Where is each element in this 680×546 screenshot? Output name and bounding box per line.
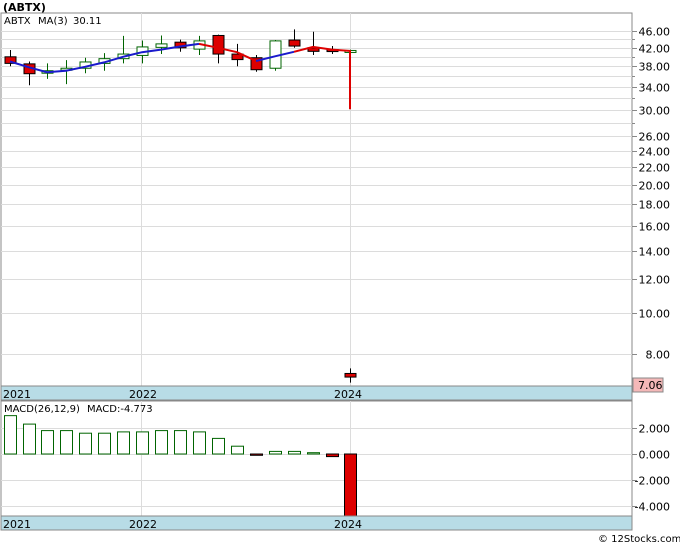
macd-bar	[288, 450, 301, 455]
macd-bar	[250, 453, 263, 456]
macd-panel	[0, 400, 633, 531]
macd-x-label: 2022	[129, 518, 157, 531]
ma-value: 30.11	[73, 16, 102, 27]
candle-body	[288, 39, 301, 47]
macd-bar	[79, 432, 92, 455]
macd-label: MACD(26,12,9)	[4, 404, 80, 415]
macd-x-label: 2024	[334, 518, 362, 531]
price-y-tick-label: 16.00	[639, 221, 671, 234]
price-y-tick-label: 30.00	[639, 105, 671, 118]
macd-bar	[307, 452, 320, 455]
candle-body	[344, 372, 357, 378]
macd-bar	[212, 437, 225, 455]
macd-y-tick-label: -2.000	[635, 475, 670, 488]
macd-bar	[41, 430, 54, 455]
macd-bar	[60, 430, 73, 455]
price-y-axis: 46.00 42.00 38.00 34.00 30.00 26.00 24.00 22.00…	[632, 26, 670, 362]
candle-body	[212, 34, 225, 55]
stock-chart: (ABTX) 46.00 42.00 38.00 34.00 30.00 26.00 24.…	[0, 1, 680, 545]
candle	[250, 54, 263, 72]
price-y-tick-label: 22.00	[639, 162, 671, 175]
price-y-tick-label: 26.00	[639, 131, 671, 144]
last-price-value: 7.06	[638, 379, 663, 392]
price-y-tick-label: 46.00	[639, 26, 671, 39]
macd-y-axis: 2.000 0.000 -2.000 -4.000	[632, 423, 670, 514]
price-y-tick-label: 10.00	[639, 308, 671, 321]
macd-value: MACD:-4.773	[87, 404, 153, 415]
price-y-tick-label: 24.00	[639, 146, 671, 159]
price-y-tick-label: 20.00	[639, 180, 671, 193]
price-y-tick-label: 18.00	[639, 199, 671, 212]
price-x-label: 2022	[129, 388, 157, 401]
macd-bar	[136, 431, 149, 455]
macd-bar	[155, 430, 168, 455]
macd-bar	[98, 432, 111, 455]
macd-bar	[269, 450, 282, 455]
price-x-label: 2021	[3, 388, 31, 401]
watermark: © 12Stocks.com	[598, 534, 680, 545]
macd-x-axis-band	[0, 515, 633, 531]
price-y-tick-label: 8.00	[646, 349, 671, 362]
ma-label: MA(3)	[38, 16, 68, 27]
macd-x-label: 2021	[3, 518, 31, 531]
price-y-tick-label: 38.00	[639, 61, 671, 74]
macd-bar	[326, 453, 339, 458]
price-y-tick-label: 12.00	[639, 274, 671, 287]
macd-bar	[344, 453, 357, 517]
price-x-label: 2024	[334, 388, 362, 401]
price-x-axis-band	[0, 385, 633, 401]
macd-bar	[117, 431, 130, 455]
macd-y-tick-label: 2.000	[639, 423, 671, 436]
macd-bar	[174, 430, 187, 455]
candle-body	[155, 43, 168, 48]
macd-bar	[23, 423, 36, 455]
macd-bar	[4, 415, 17, 455]
price-y-tick-label: 14.00	[639, 246, 671, 259]
ticker-label: ABTX	[4, 16, 31, 27]
macd-bar	[193, 431, 206, 455]
macd-bar	[231, 445, 244, 455]
price-y-tick-label: 34.00	[639, 82, 671, 95]
chart-title: (ABTX)	[3, 1, 46, 14]
price-panel	[0, 12, 633, 401]
macd-y-tick-label: 0.000	[639, 449, 671, 462]
macd-y-tick-label: -4.000	[635, 501, 670, 514]
price-y-tick-label: 42.00	[639, 43, 671, 56]
